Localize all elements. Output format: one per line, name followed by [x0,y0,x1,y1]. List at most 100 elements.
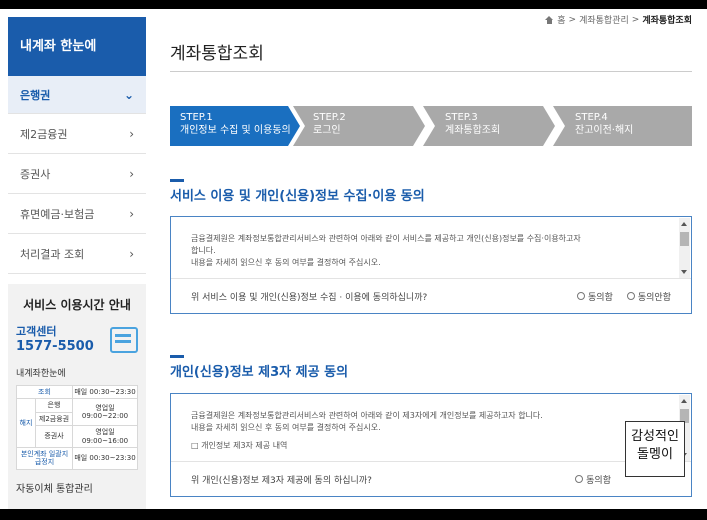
consent-question-row: 위 개인(신용)정보 제3자 제공에 동의 하십니까? 동의함 [171,462,691,496]
sidebar-item-label: 은행권 [20,88,51,102]
step-label: 잔고이전·해지 [575,125,634,136]
sidebar-item-label: 휴면예금·보험금 [20,207,95,221]
service-hours-box: 서비스 이용시간 안내 고객센터 1577-5500 내계좌한눈에 조회 매일 … [8,284,146,509]
radio-icon[interactable] [575,475,584,483]
sidebar-item-label: 제2금융권 [20,127,68,141]
consent-box-third-party: 금융결제원은 계좌정보통합관리서비스와 관련하여 아래와 같이 제3자에게 개인… [170,393,692,497]
overlay-line: 돌멩이 [637,447,673,463]
section-title: 개인(신용)정보 제3자 제공 동의 [170,365,349,380]
step-label: 로그인 [313,125,341,136]
customer-center: 고객센터 1577-5500 [16,323,138,354]
sidebar-item-bank[interactable]: 은행권 ⌄ [8,74,146,114]
hours-time: 매일 00:30~23:30 [72,384,138,400]
step-number: STEP.4 [575,112,608,123]
scroll-thumb[interactable] [680,232,689,246]
disagree-radio[interactable]: 동의안함 [626,290,671,303]
sidebar-item-dormant[interactable]: 휴면예금·보험금 › [8,194,146,234]
agree-radio[interactable]: 동의함 [577,290,613,303]
table-row: 증권사 영업일 09:00~16:00 [17,425,138,448]
sidebar: 내계좌 한눈에 은행권 ⌄ 제2금융권 › 증권사 › 휴면예금·보험금 › 처… [8,17,146,509]
consent-question: 위 서비스 이용 및 개인(신용)정보 수집 · 이용에 동의하십니까? [191,292,428,303]
consent-text-line: □ 개인정보 제3자 제공 내역 [191,441,288,450]
section-marker [170,355,184,358]
section-title: 서비스 이용 및 개인(신용)정보 수집·이용 동의 [170,189,425,204]
breadcrumb-separator: > [568,14,577,25]
step-indicator: STEP.1 개인정보 수집 및 이용동의 STEP.2 로그인 STEP.3 … [170,106,692,146]
consent-question: 위 개인(신용)정보 제3자 제공에 동의 하십니까? [191,475,372,486]
hours-time: 영업일 09:00~16:00 [72,425,138,448]
screen-top-border [0,0,707,9]
radio-label: 동의함 [586,475,611,486]
sidebar-item-label: 증권사 [20,167,51,181]
chevron-right-icon: › [129,166,134,181]
step-label: 개인정보 수집 및 이용동의 [180,125,291,136]
step-number: STEP.1 [180,112,213,123]
scrollbar[interactable] [679,218,690,278]
service-subtitle: 내계좌한눈에 [16,369,66,379]
sidebar-item-securities[interactable]: 증권사 › [8,154,146,194]
table-row: 본인계좌 일괄지급정지 매일 00:30~23:30 [16,446,138,470]
breadcrumb-current: 계좌통합조회 [642,16,692,26]
breadcrumb-separator: > [631,14,640,25]
hours-sub: 제2금융권 [35,411,73,427]
main-content: 홈 > 계좌통합관리 > 계좌통합조회 계좌통합조회 STEP.1 개인정보 수… [170,9,700,509]
home-icon[interactable] [545,15,554,24]
breadcrumb-home[interactable]: 홈 [557,13,565,26]
service-hours-title: 서비스 이용시간 안내 [23,298,131,312]
customer-center-label: 고객센터 [16,325,57,338]
consent-text-line: 합니다. [191,246,216,255]
step-label: 계좌통합조회 [445,125,501,136]
consent-question-row: 위 서비스 이용 및 개인(신용)정보 수집 · 이용에 동의하십니까? 동의함… [171,279,691,313]
radio-label: 동의함 [588,292,613,303]
consent-text-line: 내용을 자세히 읽으신 후 동의 여부를 결정하여 주십시오. [191,258,381,267]
consent-text[interactable]: 금융결제원은 계좌정보통합관리서비스와 관련하여 아래와 같이 서비스를 제공하… [171,217,691,279]
radio-icon[interactable] [577,292,586,300]
hours-category: 해지 [16,398,36,448]
table-row: 조회 매일 00:30~23:30 [16,384,138,400]
step-number: STEP.2 [313,112,346,123]
scroll-up-icon[interactable] [681,222,687,226]
hours-sub: 은행 [35,398,73,413]
title-divider [170,71,692,72]
hours-sub: 증권사 [35,425,73,448]
scroll-up-icon[interactable] [681,399,687,403]
hours-category: 조회 [16,384,73,400]
service-hours-table: 조회 매일 00:30~23:30 해지 은행 영업일 09:00~22:00 … [16,384,138,470]
step-1: STEP.1 개인정보 수집 및 이용동의 [170,106,300,146]
sidebar-item-second-financial[interactable]: 제2금융권 › [8,114,146,154]
page-frame: 내계좌 한눈에 은행권 ⌄ 제2금융권 › 증권사 › 휴면예금·보험금 › 처… [0,9,707,509]
step-3: STEP.3 계좌통합조회 [423,106,555,146]
service-footer: 자동이체 통합관리 [16,483,93,495]
consent-text-line: 내용을 자세히 읽으신 후 동의 여부를 결정하여 주십시오. [191,423,381,432]
hours-time: 영업일 09:00~22:00 [72,398,138,427]
table-row: 해지 은행 영업일 09:00~22:00 [16,398,138,448]
page-title: 계좌통합조회 [170,44,264,64]
chevron-right-icon: › [129,126,134,141]
step-2: STEP.2 로그인 [293,106,425,146]
radio-label: 동의안함 [637,292,671,303]
chevron-right-icon: › [129,206,134,221]
sidebar-item-results[interactable]: 처리결과 조회 › [8,234,146,274]
step-4: STEP.4 잔고이전·해지 [553,106,692,146]
hours-category: 본인계좌 일괄지급정지 [16,446,73,470]
customer-center-phone: 1577-5500 [16,339,94,354]
breadcrumb: 홈 > 계좌통합관리 > 계좌통합조회 [545,13,692,26]
section-marker [170,179,184,182]
chevron-right-icon: › [129,246,134,261]
agree-radio[interactable]: 동의함 [575,473,611,486]
overlay-line: 감성적인 [631,429,679,444]
scroll-down-icon[interactable] [681,270,687,274]
computer-icon [110,327,138,353]
breadcrumb-level1[interactable]: 계좌통합관리 [579,13,629,26]
sidebar-item-label: 처리결과 조회 [20,247,85,261]
step-number: STEP.3 [445,112,478,123]
hours-time: 매일 00:30~23:30 [72,446,138,470]
consent-text[interactable]: 금융결제원은 계좌정보통합관리서비스와 관련하여 아래와 같이 제3자에게 개인… [171,394,691,462]
watermark-overlay: 감성적인 돌멩이 [625,421,685,477]
consent-text-line: 금융결제원은 계좌정보통합관리서비스와 관련하여 아래와 같이 제3자에게 개인… [191,411,543,420]
screen-bottom-border [0,509,707,520]
consent-box-collection: 금융결제원은 계좌정보통합관리서비스와 관련하여 아래와 같이 서비스를 제공하… [170,216,692,314]
radio-icon[interactable] [626,292,635,300]
sidebar-heading: 내계좌 한눈에 [8,17,146,74]
chevron-down-icon: ⌄ [123,87,134,102]
